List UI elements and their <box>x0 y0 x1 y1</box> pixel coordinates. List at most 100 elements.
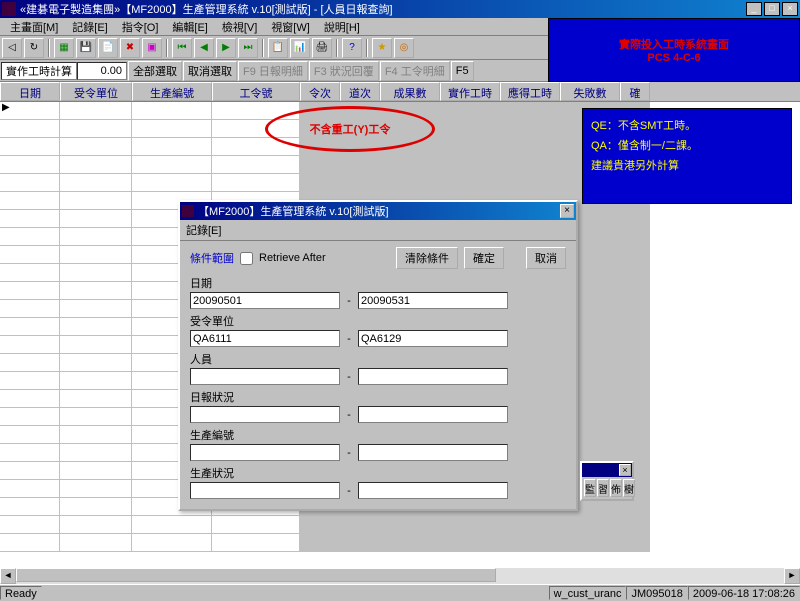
status-time: 2009-06-18 17:08:26 <box>688 586 800 600</box>
date-from-input[interactable] <box>190 292 340 309</box>
calc-label: 實作工時計算 <box>1 62 77 80</box>
mini-btn-2[interactable]: 習 <box>597 479 609 497</box>
col-confirm[interactable]: 確 <box>620 82 650 101</box>
cancel-button[interactable]: 取消 <box>526 247 566 269</box>
scroll-thumb[interactable] <box>16 568 496 582</box>
mini-btn-3[interactable]: 佈 <box>610 479 622 497</box>
status-user: JM095018 <box>626 586 687 600</box>
tool-prev-icon[interactable]: ◀ <box>194 38 214 58</box>
dialog-title: 【MF2000】生產管理系統 v.10[測試版] <box>198 203 560 219</box>
report-to-input[interactable] <box>358 406 508 423</box>
annotation-title-box: 實際投入工時系統畫面 PCS 4-C-6 <box>548 18 800 82</box>
tool-delete-icon[interactable]: ✖ <box>120 38 140 58</box>
mini-close-button[interactable]: × <box>619 464 631 476</box>
dialog-titlebar[interactable]: 【MF2000】生產管理系統 v.10[測試版] × <box>180 202 576 220</box>
tool-next-icon[interactable]: ▶ <box>216 38 236 58</box>
window-title: «建碁電子製造集團»【MF2000】生產管理系統 v.10[測試版] - [人員… <box>20 1 746 17</box>
f4-order-button[interactable]: F4 工令明細 <box>380 61 450 81</box>
dialog-close-button[interactable]: × <box>560 204 574 218</box>
menu-window[interactable]: 視窗[W] <box>265 19 316 35</box>
report-from-input[interactable] <box>190 406 340 423</box>
mini-btn-4[interactable]: 樹 <box>623 479 635 497</box>
ok-button[interactable]: 確定 <box>464 247 504 269</box>
menu-main[interactable]: 主畫面[M] <box>4 19 64 35</box>
tool-star-icon[interactable]: ★ <box>372 38 392 58</box>
col-fail[interactable]: 失敗數 <box>560 82 620 101</box>
table-row[interactable] <box>0 534 800 552</box>
prodno-from-input[interactable] <box>190 444 340 461</box>
unit-label: 受令單位 <box>190 313 566 329</box>
tool-left-icon[interactable]: ◁ <box>2 38 22 58</box>
column-headers: 日期 受令單位 生產編號 工令號 令次 道次 成果數 實作工時 應得工時 失敗數… <box>0 82 800 102</box>
menu-help[interactable]: 說明[H] <box>318 19 366 35</box>
select-all-button[interactable]: 全部選取 <box>128 61 182 81</box>
tool-report-icon[interactable]: 📋 <box>268 38 288 58</box>
prodstatus-label: 生產狀況 <box>190 465 566 481</box>
person-from-input[interactable] <box>190 368 340 385</box>
col-seq[interactable]: 令次 <box>300 82 340 101</box>
date-to-input[interactable] <box>358 292 508 309</box>
col-pass[interactable]: 道次 <box>340 82 380 101</box>
tool-help-icon[interactable]: ? <box>342 38 362 58</box>
mini-toolbar[interactable]: × 監 習 佈 樹 <box>580 461 634 501</box>
tool-print-icon[interactable]: 🖨 <box>312 38 332 58</box>
horizontal-scrollbar[interactable]: ◄ ► <box>0 568 800 584</box>
calc-value: 0.00 <box>77 62 127 80</box>
f5-button[interactable]: F5 <box>451 61 474 81</box>
status-ready: Ready <box>0 586 42 600</box>
status-bar: Ready w_cust_uranc JM095018 2009-06-18 1… <box>0 584 800 600</box>
scroll-right-button[interactable]: ► <box>784 568 800 584</box>
minimize-button[interactable]: _ <box>746 2 762 16</box>
tool-refresh-icon[interactable]: ↻ <box>24 38 44 58</box>
row-marker-icon: ▶ <box>2 102 10 113</box>
menu-view[interactable]: 檢視[V] <box>216 19 263 35</box>
f9-detail-button[interactable]: F9 日報明細 <box>238 61 308 81</box>
maximize-button[interactable]: □ <box>764 2 780 16</box>
tool-last-icon[interactable]: ⏭ <box>238 38 258 58</box>
table-row[interactable] <box>0 516 800 534</box>
menu-edit[interactable]: 編輯[E] <box>166 19 213 35</box>
clear-button[interactable]: 清除條件 <box>396 247 458 269</box>
filter-dialog: 【MF2000】生產管理系統 v.10[測試版] × 記錄[E] 條件範圍 Re… <box>178 200 578 511</box>
dialog-icon <box>182 205 194 217</box>
col-orderno[interactable]: 工令號 <box>212 82 300 101</box>
close-button[interactable]: × <box>782 2 798 16</box>
col-unit[interactable]: 受令單位 <box>60 82 132 101</box>
retrieve-checkbox[interactable] <box>240 252 253 265</box>
status-window: w_cust_uranc <box>549 586 627 600</box>
annotation-notes-box: QE：不含SMT工時。 QA：僅含制一/二課。 建議貴港另外計算 <box>582 108 792 204</box>
menu-record[interactable]: 記錄[E] <box>66 19 113 35</box>
main-titlebar: «建碁電子製造集團»【MF2000】生產管理系統 v.10[測試版] - [人員… <box>0 0 800 18</box>
retrieve-label: Retrieve After <box>259 252 326 264</box>
tool-child-icon[interactable]: ▣ <box>142 38 162 58</box>
tool-doc-icon[interactable]: 📄 <box>98 38 118 58</box>
unit-from-input[interactable] <box>190 330 340 347</box>
prodstatus-to-input[interactable] <box>358 482 508 499</box>
date-label: 日期 <box>190 275 566 291</box>
menu-command[interactable]: 指令[O] <box>116 19 165 35</box>
prodstatus-from-input[interactable] <box>190 482 340 499</box>
col-prodno[interactable]: 生產編號 <box>132 82 212 101</box>
tool-first-icon[interactable]: ⏮ <box>172 38 192 58</box>
col-result[interactable]: 成果數 <box>380 82 440 101</box>
tool-target-icon[interactable]: ◎ <box>394 38 414 58</box>
person-to-input[interactable] <box>358 368 508 385</box>
scroll-left-button[interactable]: ◄ <box>0 568 16 584</box>
app-icon <box>2 2 16 16</box>
tool-excel-icon[interactable]: 📊 <box>290 38 310 58</box>
tool-save-icon[interactable]: 💾 <box>76 38 96 58</box>
scope-label: 條件範圍 <box>190 250 234 266</box>
mini-btn-1[interactable]: 監 <box>584 479 596 497</box>
tool-open-icon[interactable]: ▦ <box>54 38 74 58</box>
prodno-to-input[interactable] <box>358 444 508 461</box>
col-earned[interactable]: 應得工時 <box>500 82 560 101</box>
deselect-button[interactable]: 取消選取 <box>183 61 237 81</box>
col-date[interactable]: 日期 <box>0 82 60 101</box>
dialog-menu[interactable]: 記錄[E] <box>180 220 576 241</box>
person-label: 人員 <box>190 351 566 367</box>
report-status-label: 日報狀況 <box>190 389 566 405</box>
unit-to-input[interactable] <box>358 330 508 347</box>
prodno-label: 生產編號 <box>190 427 566 443</box>
col-actual[interactable]: 實作工時 <box>440 82 500 101</box>
f3-status-button[interactable]: F3 狀況回覆 <box>309 61 379 81</box>
